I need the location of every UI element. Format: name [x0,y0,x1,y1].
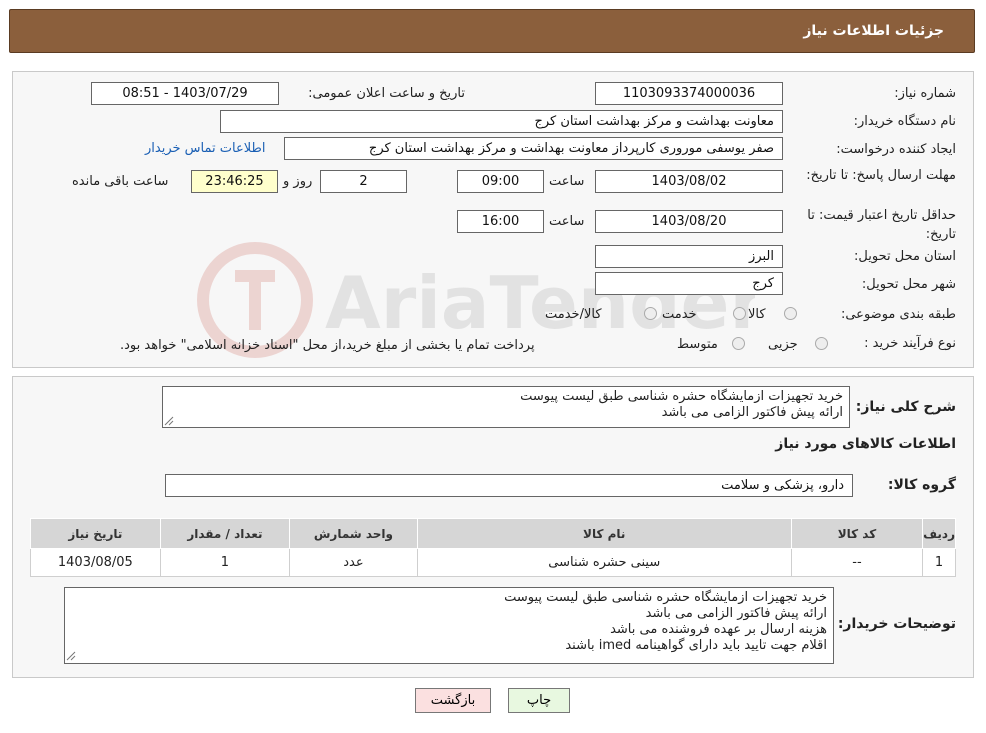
price-validity-time-label: ساعت [549,214,585,229]
cell-item-code: -- [790,548,924,577]
deadline-time-field: 09:00 [457,170,544,193]
buyer-field: معاونت بهداشت و مرکز بهداشت استان کرج [220,110,783,133]
category-radio-goods[interactable] [784,307,797,320]
table-row: 1 -- سینی حشره شناسی عدد 1 1403/08/05 [30,548,956,577]
city-label: شهر محل تحویل: [861,277,956,292]
category-option-service: خدمت [662,307,697,322]
resize-grip-icon[interactable] [66,651,76,661]
cell-quantity: 1 [159,548,291,577]
col-need-date: تاریخ نیاز [30,518,161,549]
col-row-number: ردیف [922,518,956,549]
col-quantity: تعداد / مقدار [159,518,291,549]
deadline-days-label: روز و [283,174,313,189]
announce-label: تاریخ و ساعت اعلان عمومی: [308,86,465,101]
goods-table: ردیف کد کالا نام کالا واحد شمارش تعداد /… [30,518,956,577]
buyer-label: نام دستگاه خریدار: [853,114,956,129]
summary-textarea[interactable]: خرید تجهیزات ازمایشگاه حشره شناسی طبق لی… [162,386,850,428]
cell-item-name: سینی حشره شناسی [416,548,792,577]
summary-label: شرح کلی نیاز: [855,399,956,415]
need-number-label: شماره نیاز: [894,86,956,101]
deadline-date-field: 1403/08/02 [595,170,783,193]
purchase-radio-medium[interactable] [732,337,745,350]
deadline-days-field: 2 [320,170,407,193]
announce-field: 1403/07/29 - 08:51 [91,82,279,105]
purchase-radio-minor[interactable] [815,337,828,350]
category-radio-goods-service[interactable] [644,307,657,320]
category-option-goods: کالا [748,307,766,322]
col-item-code: کد کالا [790,518,924,549]
goods-section-title: اطلاعات کالاهای مورد نیاز [775,436,956,452]
creator-field: صفر یوسفی موروری کارپرداز معاونت بهداشت … [284,137,783,160]
back-button[interactable]: بازگشت [415,688,491,713]
province-field: البرز [595,245,783,268]
col-item-name: نام کالا [416,518,792,549]
col-unit: واحد شمارش [289,518,418,549]
need-number-field: 1103093374000036 [595,82,783,105]
purchase-note: پرداخت تمام یا بخشی از مبلغ خرید،از محل … [120,338,535,353]
buyer-notes-textarea[interactable]: خرید تجهیزات ازمایشگاه حشره شناسی طبق لی… [64,587,834,664]
remaining-time-field: 23:46:25 [191,170,278,193]
cell-row-number: 1 [922,548,956,577]
print-button[interactable]: چاپ [508,688,570,713]
price-validity-date-field: 1403/08/20 [595,210,783,233]
page-title: جزئیات اطلاعات نیاز [803,23,944,39]
goods-group-label: گروه کالا: [887,477,956,493]
province-label: استان محل تحویل: [854,249,956,264]
price-validity-label: حداقل تاریخ اعتبار قیمت: تا تاریخ: [807,208,956,242]
city-field: کرج [595,272,783,295]
deadline-time-label: ساعت [549,174,585,189]
purchase-option-minor: جزیی [768,337,798,352]
buyer-notes-label: توضیحات خریدار: [837,616,956,632]
remaining-time-label: ساعت باقی مانده [72,174,169,189]
buyer-contact-link[interactable]: اطلاعات تماس خریدار [145,141,265,156]
price-validity-time-field: 16:00 [457,210,544,233]
cell-unit: عدد [289,548,418,577]
deadline-label: مهلت ارسال پاسخ: تا تاریخ: [806,168,956,183]
table-header-row: ردیف کد کالا نام کالا واحد شمارش تعداد /… [30,518,956,549]
category-label: طبقه بندی موضوعی: [840,307,956,322]
page-header: جزئیات اطلاعات نیاز [9,9,975,53]
resize-grip-icon[interactable] [164,416,174,426]
category-radio-service[interactable] [733,307,746,320]
creator-label: ایجاد کننده درخواست: [836,142,956,157]
purchase-option-medium: متوسط [677,337,718,352]
purchase-type-label: نوع فرآیند خرید : [864,336,956,351]
goods-group-field: دارو، پزشکی و سلامت [165,474,853,497]
cell-need-date: 1403/08/05 [30,548,161,577]
category-option-goods-service: کالا/خدمت [545,307,602,322]
